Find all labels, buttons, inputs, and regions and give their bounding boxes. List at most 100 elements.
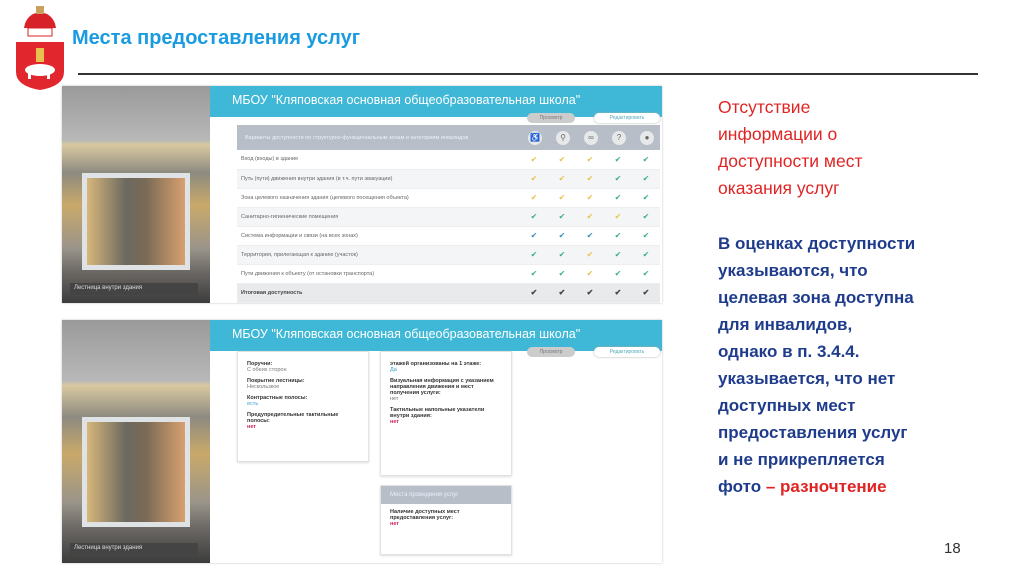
table-row: Пути движения к объекту (от остановки тр…	[237, 264, 660, 284]
check-icon: ✔	[604, 207, 632, 227]
table-row: Вход (входы) в здание ✔ ✔ ✔ ✔ ✔	[237, 150, 660, 170]
school-header: МБОУ "Кляповская основная общеобразовате…	[210, 86, 662, 117]
check-icon: ✔	[548, 283, 576, 303]
check-icon: ✔	[576, 245, 604, 265]
row-label: Санитарно-гигиенические помещения	[237, 207, 520, 227]
field-value: нет	[247, 424, 257, 430]
note-line: Отсутствие	[718, 97, 811, 117]
school-header: МБОУ "Кляповская основная общеобразовате…	[210, 320, 662, 351]
table-row: Территория, прилегающая к зданию (участо…	[237, 245, 660, 265]
check-icon: ✔	[520, 169, 548, 189]
check-icon: ✔	[604, 150, 632, 170]
check-icon: ✔	[520, 188, 548, 208]
stair-photo: Лестница внутри здания	[62, 320, 210, 563]
table-row: Итоговая доступность ✔ ✔ ✔ ✔ ✔	[237, 283, 660, 303]
edit-button[interactable]: Редактировать	[594, 347, 660, 357]
note-line: предоставления услуг	[718, 423, 908, 442]
check-icon: ✔	[632, 264, 660, 284]
note-line: для инвалидов,	[718, 315, 853, 334]
glasses-icon: ∞	[576, 125, 604, 150]
stairs-card: Поручни: С обеих сторон Покрытие лестницы:…	[237, 351, 369, 462]
note-line: доступных мест	[718, 396, 856, 415]
field-label: Визуальная информация с указанием направ…	[390, 378, 494, 396]
check-icon: ✔	[548, 245, 576, 265]
title-divider	[78, 73, 978, 75]
row-label: Пути движения к объекту (от остановки тр…	[237, 264, 520, 284]
check-icon: ✔	[520, 264, 548, 284]
row-label: Итоговая доступность	[237, 283, 520, 303]
check-icon: ✔	[632, 283, 660, 303]
missing-info-note: Отсутствие информации о доступности мест ок…	[718, 94, 862, 202]
row-label: Путь (пути) движения внутри здания (в т.…	[237, 169, 520, 189]
check-icon: ✔	[576, 207, 604, 227]
check-icon: ✔	[548, 264, 576, 284]
row-label: Система информации и связи (на всех зона…	[237, 226, 520, 246]
dash: –	[765, 477, 776, 496]
field-label: Тактильные напольные указатели внутри зд…	[390, 407, 485, 419]
perm-coat-of-arms-logo	[16, 6, 64, 90]
check-icon: ✔	[604, 283, 632, 303]
check-icon: ✔	[576, 169, 604, 189]
view-button[interactable]: Просмотр	[527, 113, 575, 123]
check-icon: ✔	[520, 207, 548, 227]
note-line: целевая зона доступна	[718, 288, 914, 307]
discrepancy-word: разночтение	[780, 477, 887, 496]
note-line: фото – разночтение	[718, 473, 915, 500]
table-row: Зона целевого назначения здания (целевог…	[237, 188, 660, 208]
check-icon: ✔	[548, 226, 576, 246]
screenshot-accessibility-table: Лестница внутри здания МБОУ "Кляповская …	[62, 86, 662, 303]
check-icon: ✔	[604, 169, 632, 189]
row-label: Вход (входы) в здание	[237, 150, 520, 170]
field-value: нет	[390, 396, 399, 402]
mind-icon: ●	[632, 125, 660, 150]
stair-photo: Лестница внутри здания	[62, 86, 210, 303]
check-icon: ✔	[604, 188, 632, 208]
check-icon: ✔	[604, 226, 632, 246]
field-value: Нескользкое	[247, 384, 280, 390]
check-icon: ✔	[548, 207, 576, 227]
check-icon: ✔	[576, 188, 604, 208]
field-value: С обеих сторон	[247, 367, 287, 373]
service-places-card: Места проведения услуг Наличие доступных…	[380, 485, 512, 555]
note-line: указываются, что	[718, 261, 868, 280]
field-value: есть	[247, 401, 259, 407]
table-row: Путь (пути) движения внутри здания (в т.…	[237, 169, 660, 189]
note-line: и не прикрепляется	[718, 450, 885, 469]
check-icon: ✔	[520, 283, 548, 303]
field-value: нет	[390, 521, 400, 527]
field-value: нет	[390, 419, 400, 425]
check-icon: ✔	[576, 264, 604, 284]
card-title: Места проведения услуг	[381, 486, 511, 504]
note-line: указывается, что нет	[718, 369, 896, 388]
check-icon: ✔	[548, 169, 576, 189]
page-number: 18	[944, 540, 961, 557]
hearing-icon: ?	[604, 125, 632, 150]
field-label: Наличие доступных мест предоставления ус…	[390, 509, 460, 521]
slide-title: Места предоставления услуг	[72, 27, 361, 49]
wheelchair-icon: ♿	[520, 125, 548, 150]
check-icon: ✔	[632, 245, 660, 265]
check-icon: ✔	[576, 283, 604, 303]
view-button[interactable]: Просмотр	[527, 347, 575, 357]
table-row: Санитарно-гигиенические помещения ✔ ✔ ✔ ✔ ✔	[237, 207, 660, 227]
check-icon: ✔	[604, 264, 632, 284]
edit-button[interactable]: Редактировать	[594, 113, 660, 123]
accessibility-table: Варианты доступности по структурно-функц…	[237, 125, 660, 303]
cane-icon: ⚲	[548, 125, 576, 150]
check-icon: ✔	[520, 245, 548, 265]
field-value: Да	[390, 367, 397, 373]
check-icon: ✔	[576, 150, 604, 170]
check-icon: ✔	[548, 150, 576, 170]
note-text: фото	[718, 477, 766, 496]
note-line: информации о	[718, 124, 838, 144]
check-icon: ✔	[604, 245, 632, 265]
note-line: доступности мест	[718, 151, 863, 171]
note-line: однако в п. 3.4.4.	[718, 342, 860, 361]
check-icon: ✔	[576, 226, 604, 246]
check-icon: ✔	[632, 207, 660, 227]
photo-caption: Лестница внутри здания	[70, 283, 198, 295]
note-line: оказания услуг	[718, 178, 840, 198]
check-icon: ✔	[632, 169, 660, 189]
table-row: Система информации и связи (на всех зона…	[237, 226, 660, 246]
row-label: Зона целевого назначения здания (целевог…	[237, 188, 520, 208]
